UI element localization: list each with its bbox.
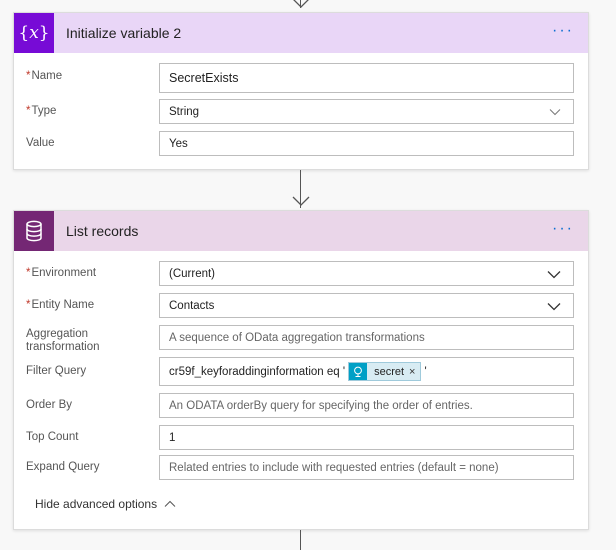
dynamic-content-token[interactable]: secret ×: [348, 362, 422, 381]
environment-dropdown[interactable]: (Current): [159, 261, 574, 286]
svg-text:{x}: {x}: [20, 23, 48, 43]
expand-query-input[interactable]: Related entries to include with requeste…: [159, 455, 574, 480]
aggregation-label: Aggregation transformation: [26, 328, 100, 353]
entity-name-label: *Entity Name: [26, 299, 95, 311]
list-records-card: List records ··· *Environment (Current) …: [13, 210, 589, 530]
advanced-options-label: Hide advanced options: [35, 497, 158, 511]
top-count-label: Top Count: [26, 431, 79, 443]
expand-query-label: Expand Query: [26, 461, 100, 473]
close-icon[interactable]: ×: [409, 366, 420, 378]
chevron-down-icon: [547, 303, 561, 311]
database-icon: [14, 211, 54, 251]
top-count-input[interactable]: 1: [159, 425, 574, 450]
flow-canvas: {x} Initialize variable 2 ··· *Name Secr…: [0, 0, 616, 550]
filter-query-prefix: cr59f_keyforaddinginformation eq ': [169, 365, 346, 378]
filter-query-input[interactable]: cr59f_keyforaddinginformation eq ' secre…: [159, 357, 574, 386]
value-input[interactable]: Yes: [159, 131, 574, 156]
initialize-variable-card: {x} Initialize variable 2 ··· *Name Secr…: [13, 12, 589, 170]
chevron-down-icon: [547, 271, 561, 279]
name-label: *Name: [26, 70, 63, 82]
filter-query-label: Filter Query: [26, 365, 87, 377]
curly-x-icon: {x}: [14, 13, 54, 53]
card-header[interactable]: {x} Initialize variable 2 ···: [14, 13, 588, 53]
more-options-icon[interactable]: ···: [552, 221, 574, 237]
value-label: Value: [26, 137, 55, 149]
aggregation-input[interactable]: A sequence of OData aggregation transfor…: [159, 325, 574, 350]
name-input[interactable]: SecretExists: [159, 63, 574, 93]
token-label: secret: [374, 365, 405, 378]
card-header[interactable]: List records ···: [14, 211, 588, 251]
bottom-connector-line: [300, 530, 301, 550]
filter-query-suffix: ': [424, 365, 427, 378]
down-arrow-icon: [293, 0, 309, 8]
hide-advanced-options-toggle[interactable]: Hide advanced options: [35, 497, 176, 511]
order-by-label: Order By: [26, 399, 73, 411]
environment-label: *Environment: [26, 267, 97, 279]
entity-name-dropdown[interactable]: Contacts: [159, 293, 574, 318]
globe-icon: [349, 363, 368, 380]
down-arrow-icon: [292, 196, 310, 206]
card-title: Initialize variable 2: [66, 25, 182, 41]
chevron-up-icon: [164, 500, 176, 507]
more-options-icon[interactable]: ···: [552, 23, 574, 39]
chevron-down-icon: [549, 109, 561, 116]
card-title: List records: [66, 223, 139, 239]
type-dropdown[interactable]: String: [159, 99, 574, 124]
type-label: *Type: [26, 105, 57, 117]
order-by-input[interactable]: An ODATA orderBy query for specifying th…: [159, 393, 574, 418]
